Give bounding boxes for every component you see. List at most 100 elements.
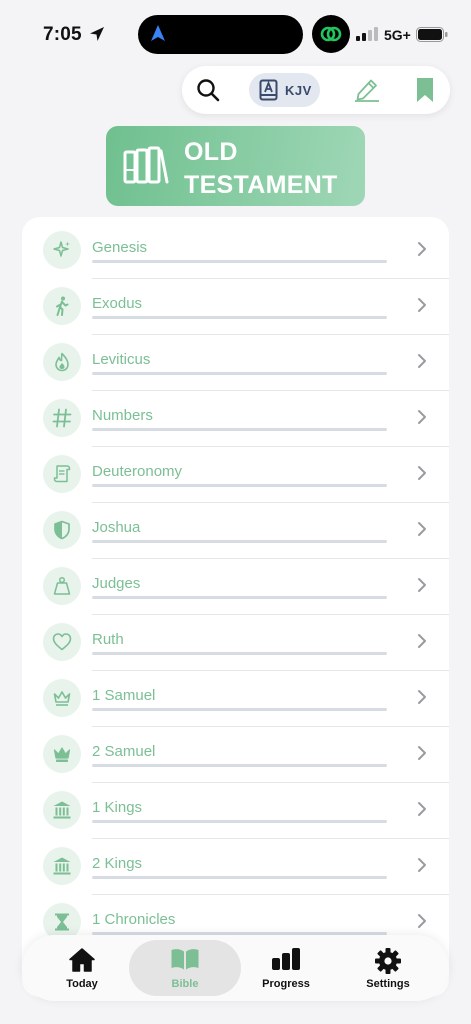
- house-icon: [69, 948, 95, 972]
- crown-outline-icon: [53, 691, 71, 706]
- pencil-icon[interactable]: [354, 78, 380, 102]
- book-icon-badge: [43, 623, 81, 661]
- reading-progress-bar: [92, 540, 387, 543]
- sparkles-icon: [53, 241, 70, 257]
- linked-rings-icon: [320, 26, 342, 42]
- scroll-icon: [53, 465, 71, 483]
- book-name: Deuteronomy: [92, 463, 183, 480]
- flame-icon: [55, 352, 69, 372]
- book-icon-badge: [43, 455, 81, 493]
- tab-settings[interactable]: Settings: [342, 935, 434, 1001]
- temple-icon: [53, 857, 71, 875]
- books-icon: [123, 146, 169, 184]
- chevron-right-icon: [418, 298, 426, 312]
- testament-banner: OLD TESTAMENT: [106, 126, 365, 206]
- tab-label: Settings: [366, 978, 410, 990]
- book-row-2-samuel[interactable]: 2 Samuel: [22, 721, 449, 783]
- book-row-judges[interactable]: Judges: [22, 553, 449, 615]
- book-icon-badge: [43, 735, 81, 773]
- temple-icon: [53, 801, 71, 819]
- reading-progress-bar: [92, 596, 387, 599]
- book-icon-badge: [43, 567, 81, 605]
- status-bar: 7:05 5G+: [0, 0, 471, 60]
- book-name: Numbers: [92, 407, 153, 424]
- book-row-1-kings[interactable]: 1 Kings: [22, 777, 449, 839]
- shield-icon: [54, 520, 70, 540]
- book-name: 2 Samuel: [92, 743, 156, 760]
- book-name: Judges: [92, 575, 141, 592]
- chevron-right-icon: [418, 354, 426, 368]
- walking-person-icon: [56, 296, 69, 316]
- app-activity-badge: [312, 15, 350, 53]
- reading-progress-bar: [92, 372, 387, 375]
- book-icon-badge: [43, 231, 81, 269]
- book-row-exodus[interactable]: Exodus: [22, 273, 449, 335]
- book-row-numbers[interactable]: Numbers: [22, 385, 449, 447]
- chevron-right-icon: [418, 466, 426, 480]
- chevron-right-icon: [418, 522, 426, 536]
- tab-today[interactable]: Today: [36, 935, 128, 1001]
- book-name: Leviticus: [92, 351, 151, 368]
- book-row-deuteronomy[interactable]: Deuteronomy: [22, 441, 449, 503]
- reading-progress-bar: [92, 876, 387, 879]
- chevron-right-icon: [418, 914, 426, 928]
- book-icon-badge: [43, 847, 81, 885]
- book-row-joshua[interactable]: Joshua: [22, 497, 449, 559]
- chevron-right-icon: [418, 858, 426, 872]
- weight-icon: [53, 576, 71, 595]
- chevron-right-icon: [418, 690, 426, 704]
- chevron-right-icon: [418, 242, 426, 256]
- book-name: Joshua: [92, 519, 141, 536]
- book-icon-badge: [43, 679, 81, 717]
- book-name: 1 Chronicles: [92, 911, 176, 928]
- bible-version-button[interactable]: KJV: [249, 73, 320, 107]
- reading-progress-bar: [92, 316, 387, 319]
- book-icon-badge: [43, 343, 81, 381]
- cellular-signal-icon: [356, 27, 378, 41]
- book-row-1-samuel[interactable]: 1 Samuel: [22, 665, 449, 727]
- heart-icon: [52, 633, 72, 651]
- reader-toolbar: KJV: [182, 66, 450, 114]
- reading-progress-bar: [92, 652, 387, 655]
- reading-progress-bar: [92, 484, 387, 487]
- battery-icon: [416, 27, 448, 42]
- book-icon-badge: [43, 399, 81, 437]
- location-arrow-icon: [90, 27, 104, 41]
- book-row-leviticus[interactable]: Leviticus: [22, 329, 449, 391]
- book-name: Exodus: [92, 295, 143, 312]
- gear-icon: [375, 948, 401, 974]
- book-row-genesis[interactable]: Genesis: [22, 217, 449, 279]
- tab-bar: Today Bible Progress Settings: [22, 935, 449, 1001]
- tab-label: Bible: [171, 978, 199, 990]
- tab-bible[interactable]: Bible: [139, 935, 231, 1001]
- book-a-icon: [259, 79, 278, 101]
- book-icon-badge: [43, 287, 81, 325]
- reading-progress-bar: [92, 820, 387, 823]
- open-book-icon: [171, 949, 199, 970]
- bookmark-icon[interactable]: [416, 77, 434, 103]
- book-name: Ruth: [92, 631, 124, 648]
- page-title: OLD TESTAMENT: [184, 138, 338, 199]
- navigation-arrow-icon: [151, 25, 165, 41]
- book-name: 1 Kings: [92, 799, 143, 816]
- reading-progress-bar: [92, 428, 387, 431]
- network-type: 5G+: [384, 27, 411, 43]
- tab-progress[interactable]: Progress: [240, 935, 332, 1001]
- book-row-2-kings[interactable]: 2 Kings: [22, 833, 449, 895]
- book-icon-badge: [43, 511, 81, 549]
- reading-progress-bar: [92, 260, 387, 263]
- search-icon[interactable]: [196, 78, 220, 102]
- hourglass-icon: [55, 913, 69, 931]
- book-row-ruth[interactable]: Ruth: [22, 609, 449, 671]
- tab-label: Progress: [262, 978, 310, 990]
- book-name: Genesis: [92, 239, 148, 256]
- bar-chart-icon: [272, 948, 300, 970]
- reading-progress-bar: [92, 764, 387, 767]
- book-list: Genesis Exodus Leviticus Numbers Deutero…: [22, 217, 449, 997]
- chevron-right-icon: [418, 410, 426, 424]
- book-icon-badge: [43, 791, 81, 829]
- tab-label: Today: [66, 978, 98, 990]
- book-name: 2 Kings: [92, 855, 143, 872]
- crown-filled-icon: [53, 747, 71, 762]
- bible-version-label: KJV: [285, 83, 312, 98]
